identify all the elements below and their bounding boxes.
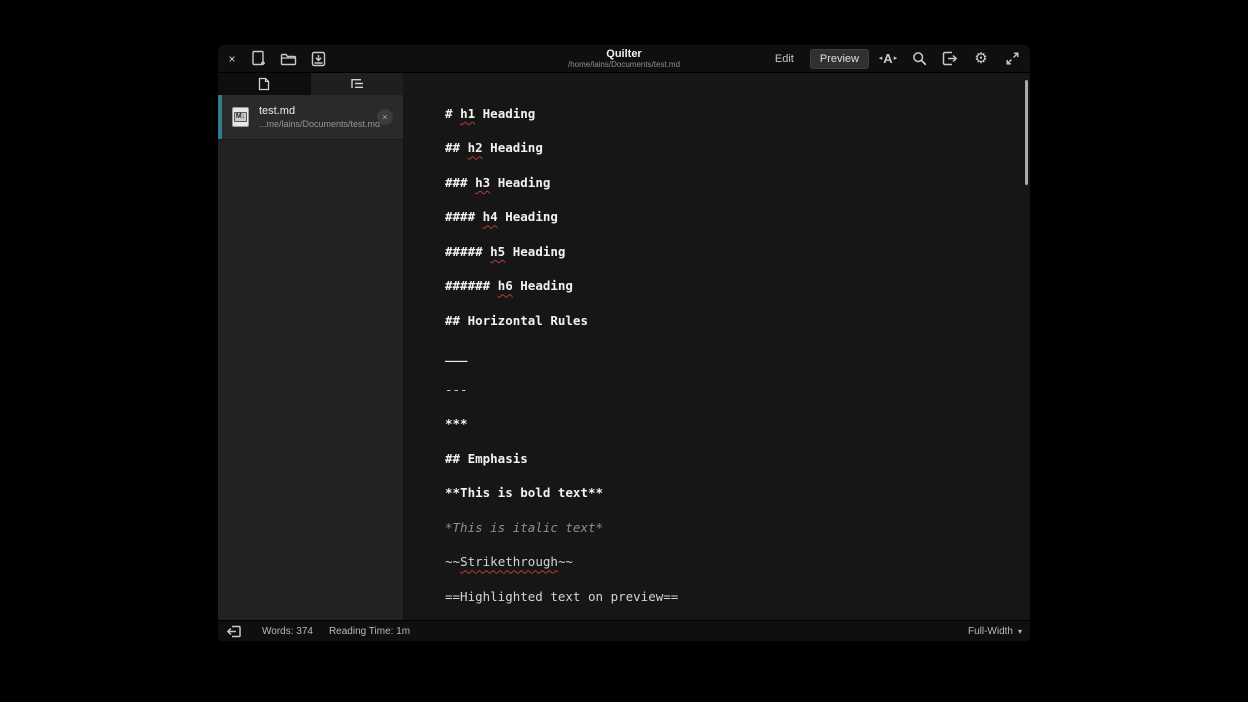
- search-button[interactable]: [907, 48, 931, 70]
- editor-line: ***: [445, 407, 1010, 442]
- file-meta: test.md ...me/lains/Documents/test.md: [259, 106, 380, 129]
- gear-icon: ⚙: [974, 51, 987, 66]
- edit-mode-button[interactable]: Edit: [766, 50, 803, 68]
- save-icon: [311, 51, 326, 67]
- word-count: Words: 374: [262, 626, 313, 637]
- open-file-button[interactable]: [277, 49, 299, 69]
- close-icon: ×: [382, 112, 387, 122]
- search-icon: [912, 51, 927, 66]
- export-icon: [942, 51, 958, 66]
- file-path: ...me/lains/Documents/test.md: [259, 120, 380, 129]
- new-file-icon: [250, 50, 266, 67]
- font-size-button[interactable]: ◂A▸: [876, 48, 900, 70]
- new-file-button[interactable]: [247, 49, 269, 69]
- width-mode-label: Full-Width: [968, 626, 1013, 637]
- quilter-window: × Quilter: [218, 45, 1030, 641]
- open-folder-icon: [280, 52, 297, 66]
- editor-line: ###### h6 Heading: [445, 269, 1010, 304]
- reading-time: Reading Time: 1m: [329, 626, 410, 637]
- statusbar: Words: 374 Reading Time: 1m Full-Width ▾: [218, 620, 1030, 641]
- editor-line: # h1 Heading: [445, 96, 1010, 131]
- editor-line: **This is bold text**: [445, 476, 1010, 511]
- editor-line: #### h4 Heading: [445, 200, 1010, 235]
- fullscreen-icon: [1006, 52, 1019, 65]
- app-title: Quilter: [606, 48, 641, 60]
- chevron-down-icon: ▾: [1018, 627, 1022, 636]
- file-path-subtitle: /home/lains/Documents/test.md: [568, 60, 680, 69]
- selected-accent-bar: [218, 95, 222, 139]
- hide-sidebar-icon: [227, 625, 241, 638]
- editor-line: ## Horizontal Rules: [445, 303, 1010, 338]
- outline-icon: [350, 78, 364, 90]
- editor-line: ~~Strikethrough~~: [445, 545, 1010, 580]
- editor-line: ---: [445, 372, 1010, 407]
- settings-button[interactable]: ⚙: [969, 48, 993, 70]
- save-file-button[interactable]: [307, 49, 329, 69]
- misspelled-word: h2: [468, 140, 483, 155]
- misspelled-word: Strikethrough: [460, 554, 558, 569]
- editor-pane[interactable]: # h1 Heading## h2 Heading### h3 Heading#…: [403, 73, 1030, 620]
- fullscreen-button[interactable]: [1000, 48, 1024, 70]
- vertical-scrollbar[interactable]: [1025, 80, 1028, 185]
- font-letter: A: [883, 51, 892, 66]
- sidebar-tabbar: [218, 73, 403, 95]
- document-icon: [258, 77, 270, 91]
- markdown-badge: M↓: [234, 112, 247, 122]
- window-close-icon[interactable]: ×: [225, 52, 239, 66]
- editor-line: *This is italic text*: [445, 510, 1010, 545]
- editor-line: ==Highlighted text on preview==: [445, 579, 1010, 614]
- misspelled-word: h3: [475, 175, 490, 190]
- sidebar: M↓ test.md ...me/lains/Documents/test.md…: [218, 73, 403, 620]
- file-name: test.md: [259, 106, 380, 117]
- editor-lines: # h1 Heading## h2 Heading### h3 Heading#…: [403, 73, 1030, 614]
- markdown-file-icon: M↓: [232, 107, 249, 127]
- font-smaller-icon: ◂: [879, 55, 883, 62]
- file-list-item[interactable]: M↓ test.md ...me/lains/Documents/test.md…: [218, 95, 403, 140]
- editor-line: ## Emphasis: [445, 441, 1010, 476]
- editor-line: ___: [445, 338, 1010, 373]
- misspelled-word: h5: [490, 244, 505, 259]
- tab-files[interactable]: [218, 73, 310, 95]
- tab-outline[interactable]: [310, 73, 403, 95]
- editor-line: ## h2 Heading: [445, 131, 1010, 166]
- editor-line: ##### h5 Heading: [445, 234, 1010, 269]
- close-file-button[interactable]: ×: [377, 109, 393, 125]
- main-area: M↓ test.md ...me/lains/Documents/test.md…: [218, 73, 1030, 620]
- preview-mode-button[interactable]: Preview: [810, 49, 869, 69]
- misspelled-word: h1: [460, 106, 475, 121]
- headerbar: × Quilter: [218, 45, 1030, 73]
- font-larger-icon: ▸: [894, 55, 898, 62]
- toggle-sidebar-button[interactable]: [226, 624, 242, 638]
- misspelled-word: h4: [483, 209, 498, 224]
- export-button[interactable]: [938, 48, 962, 70]
- headerbar-right: Edit Preview ◂A▸ ⚙: [766, 45, 1024, 72]
- editor-line: ### h3 Heading: [445, 165, 1010, 200]
- statusbar-left: Words: 374 Reading Time: 1m: [226, 624, 410, 638]
- headerbar-left: ×: [218, 49, 329, 69]
- width-mode-dropdown[interactable]: Full-Width ▾: [968, 626, 1022, 637]
- misspelled-word: h6: [498, 278, 513, 293]
